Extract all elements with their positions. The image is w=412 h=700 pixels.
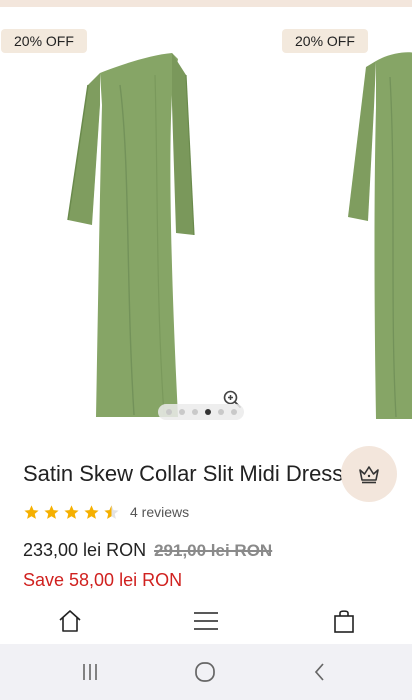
loyalty-button[interactable]	[341, 446, 397, 502]
reviews-count-link[interactable]: 4 reviews	[130, 504, 189, 520]
back-icon	[314, 663, 324, 681]
product-gallery[interactable]: 20% OFF 20% OFF	[0, 7, 412, 432]
nav-menu-button[interactable]	[191, 606, 221, 636]
star-icon	[84, 504, 99, 519]
pagination-dot[interactable]	[230, 409, 237, 415]
recents-icon	[83, 664, 97, 680]
crown-icon	[359, 466, 379, 484]
system-back-button[interactable]	[308, 660, 332, 684]
dress-image-2	[348, 52, 412, 419]
product-rating[interactable]: 4 reviews	[23, 500, 189, 524]
discount-badge: 20% OFF	[1, 29, 87, 53]
star-icon	[64, 504, 79, 519]
home-circle-icon	[195, 662, 215, 682]
pagination-dot[interactable]	[165, 409, 172, 415]
savings-label: Save 58,00 lei RON	[23, 570, 183, 590]
pagination-dot[interactable]	[178, 409, 185, 415]
pagination-dot-active[interactable]	[204, 409, 211, 415]
gallery-slide-2[interactable]: 20% OFF	[280, 7, 412, 432]
system-navigation-bar	[0, 644, 412, 700]
top-strip	[0, 0, 412, 7]
pagination-dot[interactable]	[217, 409, 224, 415]
gallery-pagination[interactable]	[158, 404, 244, 420]
current-price: 233,00 lei RON	[23, 540, 147, 560]
menu-icon	[194, 612, 218, 630]
bag-icon	[334, 610, 354, 633]
bottom-nav-bar	[0, 598, 412, 644]
star-icon	[44, 504, 59, 519]
discount-badge: 20% OFF	[282, 29, 368, 53]
gallery-slide-1[interactable]: 20% OFF	[0, 7, 270, 432]
nav-home-button[interactable]	[55, 606, 85, 636]
half-star-icon	[104, 504, 119, 519]
star-icon	[24, 504, 39, 519]
price-row: 233,00 lei RON 291,00 lei RON	[23, 540, 272, 561]
nav-cart-button[interactable]	[329, 606, 359, 636]
rating-stars	[23, 504, 120, 521]
pagination-dot[interactable]	[191, 409, 198, 415]
system-home-button[interactable]	[193, 660, 217, 684]
original-price: 291,00 lei RON	[154, 541, 273, 560]
dress-image-1	[67, 53, 195, 417]
home-icon	[59, 610, 81, 632]
recents-button[interactable]	[78, 660, 102, 684]
